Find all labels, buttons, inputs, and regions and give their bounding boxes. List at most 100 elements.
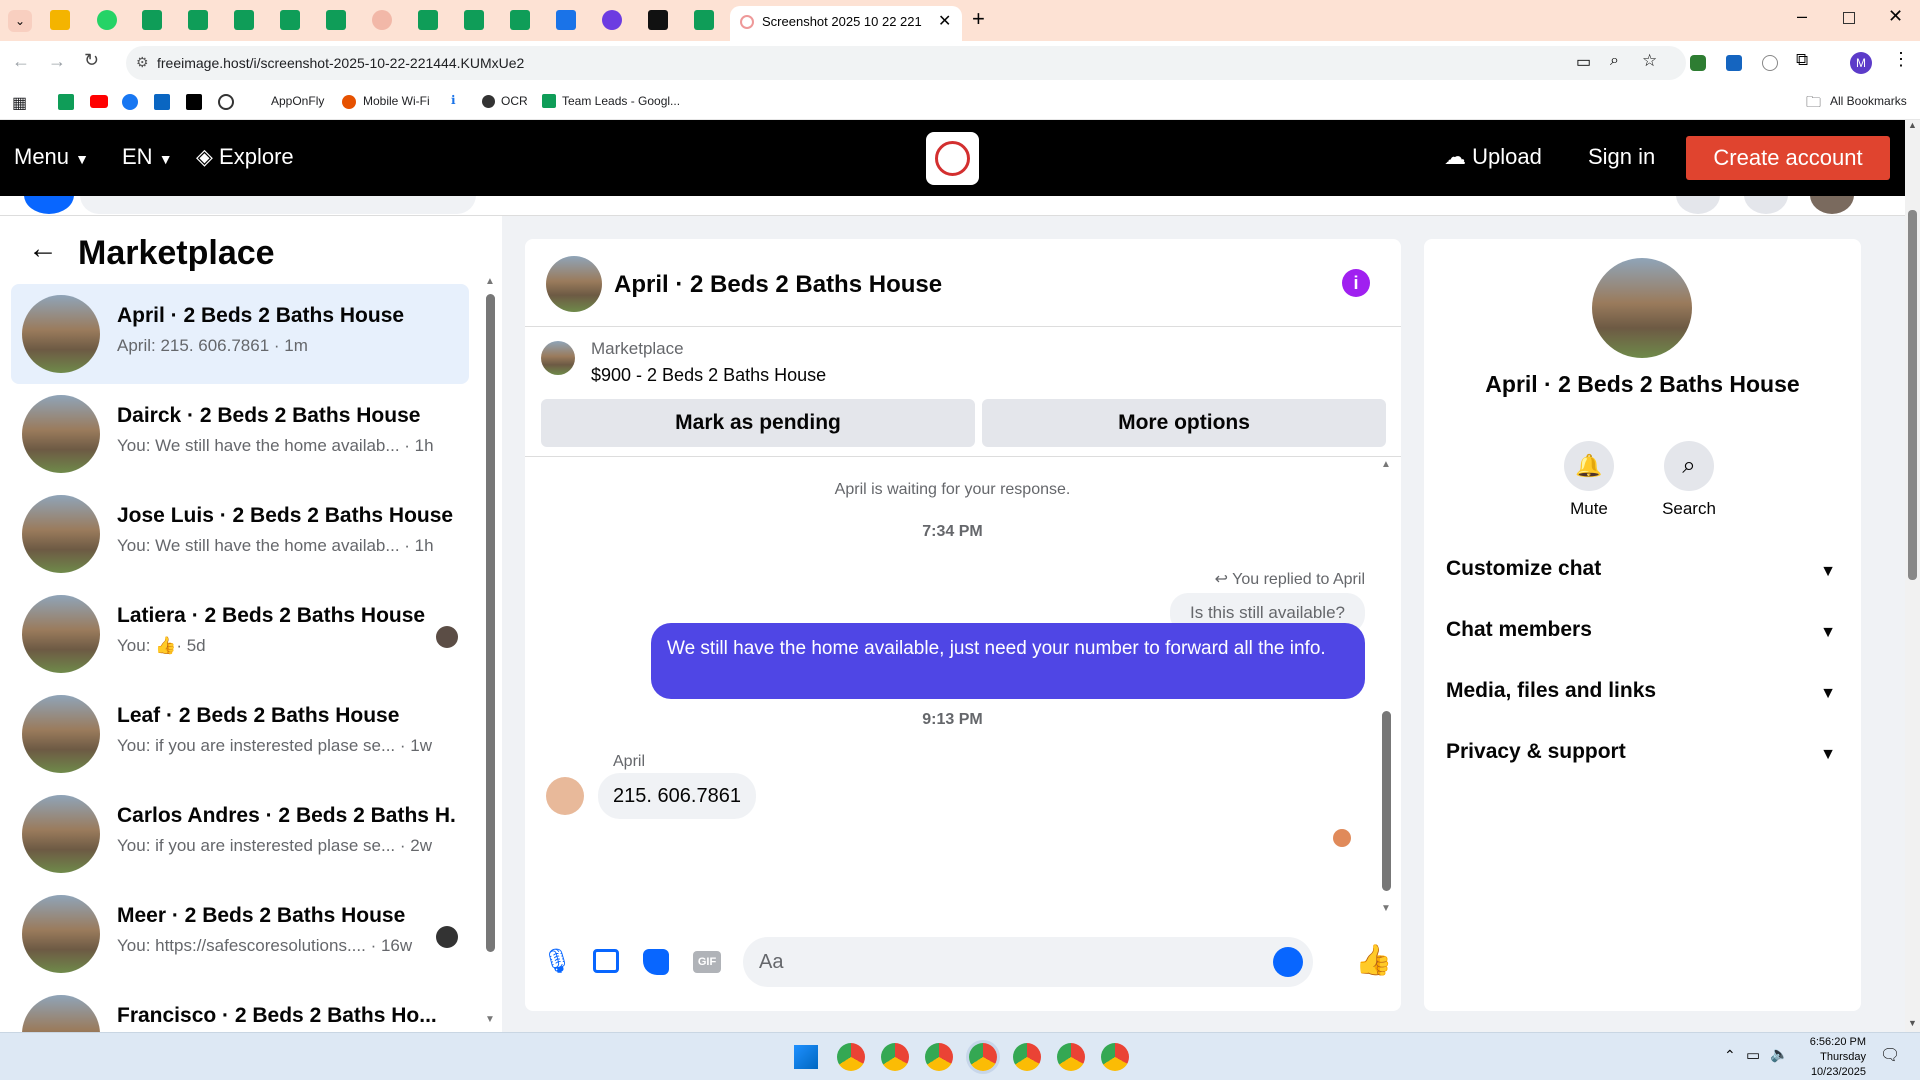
sheets-tab-icon[interactable] [142,10,162,30]
tab-search-chevron-icon[interactable]: ⌄ [8,10,32,32]
back-icon[interactable]: ← [12,51,30,72]
sender-avatar[interactable] [546,777,584,815]
close-window-icon[interactable]: ✕ [1888,6,1903,27]
extensions-puzzle-icon[interactable]: ⧉ [1796,50,1808,70]
volume-icon[interactable]: 🔈 [1770,1045,1789,1063]
chrome-taskbar-icon[interactable] [1101,1043,1129,1071]
bookmark-all-bookmarks[interactable]: All Bookmarks [1830,94,1907,108]
install-icon[interactable]: ▭ [1576,52,1591,72]
sheets-tab-icon[interactable] [418,10,438,30]
sheets-tab-icon[interactable] [234,10,254,30]
x-bookmark-icon[interactable] [186,94,202,110]
listing-thumbnail[interactable] [541,341,575,375]
app-tab-icon[interactable] [602,10,622,30]
scroll-up-icon[interactable]: ▲ [485,276,495,287]
scroll-up-icon[interactable]: ▲ [1908,120,1917,130]
language-button[interactable]: EN ▼ [122,144,173,170]
zoom-icon[interactable]: ⌕ [1610,52,1619,70]
linkedin-bookmark-icon[interactable] [154,94,170,110]
thumbs-up-send-icon[interactable]: 👍 [1355,943,1392,978]
sign-in-link[interactable]: Sign in [1588,144,1655,170]
menu-button[interactable]: Menu ▼ [14,144,89,170]
upload-button[interactable]: ☁ Upload [1444,144,1542,170]
outgoing-message-bubble[interactable]: We still have the home available, just n… [651,623,1365,699]
youtube-bookmark-icon[interactable] [90,95,108,108]
freeimage-tab-icon[interactable] [372,10,392,30]
conversation-item[interactable]: Francisco · 2 Beds 2 Baths Ho... [11,984,469,1032]
scroll-down-icon[interactable]: ▼ [1908,1018,1917,1028]
facebook-bookmark-icon[interactable] [122,94,138,110]
search-button[interactable]: ⌕ [1664,441,1714,491]
sticker-icon[interactable] [643,949,669,975]
extension-icon[interactable] [1690,55,1706,71]
sheets-tab-icon[interactable] [510,10,530,30]
restore-icon[interactable] [1843,12,1855,24]
clock[interactable]: 6:56:20 PM Thursday 10/23/2025 [1796,1035,1866,1080]
web-tab-icon[interactable] [556,10,576,30]
chat-avatar[interactable] [546,256,602,312]
message-input[interactable]: Aa [743,937,1313,987]
list-scrollbar[interactable]: ▲ ▼ [484,276,496,1032]
chat-title[interactable]: April · 2 Beds 2 Baths House [614,271,942,299]
extension-icon[interactable] [1726,55,1742,71]
privacy-support-row[interactable]: Privacy & support ▼ [1446,740,1846,780]
sheets-tab-icon[interactable] [464,10,484,30]
more-options-button[interactable]: More options [982,399,1386,447]
emoji-icon[interactable] [1273,947,1303,977]
info-icon[interactable]: i [1342,269,1370,297]
apps-grid-icon[interactable]: ▦ [12,93,27,113]
tray-chevron-icon[interactable]: ⌃ [1724,1047,1736,1064]
conversation-item[interactable]: Carlos Andres · 2 Beds 2 Baths H... You:… [11,784,469,884]
minimize-icon[interactable]: – [1797,6,1807,27]
gif-icon[interactable]: GIF [693,951,721,973]
bookmark-apponfly[interactable]: AppOnFly [271,94,324,108]
page-scrollbar[interactable]: ▲ ▼ [1905,120,1920,1032]
conversation-item[interactable]: Leaf · 2 Beds 2 Baths House You: if you … [11,684,469,784]
sheets-tab-icon[interactable] [50,10,70,30]
create-account-button[interactable]: Create account [1686,136,1890,180]
new-tab-icon[interactable]: + [972,6,985,32]
thread-scrollbar[interactable]: ▲ ▼ [1379,457,1393,925]
sheets-tab-icon[interactable] [188,10,208,30]
bookmark-ocr[interactable]: OCR [501,94,528,108]
sheets-tab-icon[interactable] [280,10,300,30]
mute-button[interactable]: 🔔 [1564,441,1614,491]
conversation-item[interactable]: Meer · 2 Beds 2 Baths House You: https:/… [11,884,469,984]
scrollbar-thumb[interactable] [486,294,495,952]
sheets-tab-icon[interactable] [326,10,346,30]
scroll-up-icon[interactable]: ▲ [1381,459,1391,470]
photo-icon[interactable] [593,949,619,973]
scroll-down-icon[interactable]: ▼ [485,1014,495,1025]
back-arrow-icon[interactable]: ← [28,232,58,266]
customize-chat-row[interactable]: Customize chat ▼ [1446,557,1846,597]
listing-description[interactable]: $900 - 2 Beds 2 Baths House [591,365,826,386]
media-files-links-row[interactable]: Media, files and links ▼ [1446,679,1846,719]
reload-icon[interactable]: ↻ [84,50,99,71]
chrome-taskbar-icon[interactable] [1013,1043,1041,1071]
active-tab[interactable]: Screenshot 2025 10 22 221444 ✕ [730,6,962,41]
scrollbar-thumb[interactable] [1908,210,1917,580]
profile-avatar[interactable]: M [1850,52,1872,74]
chrome-taskbar-icon[interactable] [1057,1043,1085,1071]
app-tab-icon[interactable] [648,10,668,30]
conversation-item[interactable]: Latiera · 2 Beds 2 Baths House You: 👍· 5… [11,584,469,684]
extension-icon[interactable] [1762,55,1778,71]
chrome-menu-icon[interactable]: ⋮ [1892,49,1910,70]
chat-members-row[interactable]: Chat members ▼ [1446,618,1846,658]
chrome-taskbar-icon[interactable] [925,1043,953,1071]
notifications-icon[interactable]: 🗨 [1880,1045,1900,1065]
bookmark-star-icon[interactable]: ☆ [1642,51,1657,71]
whatsapp-tab-icon[interactable] [97,10,117,30]
scroll-down-icon[interactable]: ▼ [1381,903,1391,914]
conversation-item[interactable]: Jose Luis · 2 Beds 2 Baths House You: We… [11,484,469,584]
bookmark-mobile-wifi[interactable]: Mobile Wi-Fi [363,94,430,108]
forward-icon[interactable]: → [48,51,66,72]
conversation-item[interactable]: April · 2 Beds 2 Baths House April: 215.… [11,284,469,384]
bookmark-team-leads[interactable]: Team Leads - Googl... [562,94,680,108]
conversation-item[interactable]: Dairck · 2 Beds 2 Baths House You: We st… [11,384,469,484]
network-icon[interactable]: ▭ [1746,1046,1760,1064]
microphone-icon[interactable]: 🎙 [542,947,572,976]
close-tab-icon[interactable]: ✕ [938,11,951,31]
chrome-taskbar-icon[interactable] [837,1043,865,1071]
mark-as-pending-button[interactable]: Mark as pending [541,399,975,447]
